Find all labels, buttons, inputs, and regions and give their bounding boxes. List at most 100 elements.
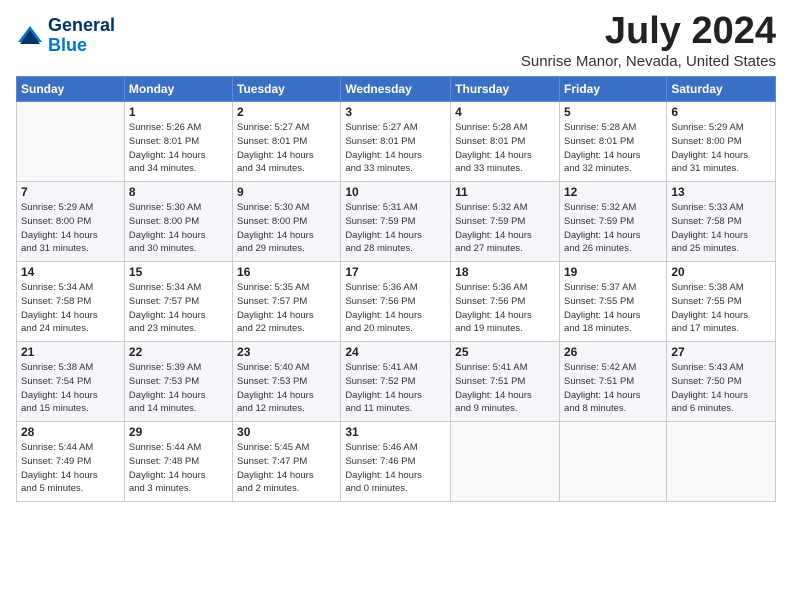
day-info: Sunrise: 5:32 AMSunset: 7:59 PMDaylight:… bbox=[564, 201, 662, 256]
calendar-cell: 23 Sunrise: 5:40 AMSunset: 7:53 PMDayligh… bbox=[233, 342, 341, 422]
calendar-cell: 17 Sunrise: 5:36 AMSunset: 7:56 PMDayligh… bbox=[341, 262, 451, 342]
day-number: 1 bbox=[129, 105, 228, 119]
day-info: Sunrise: 5:43 AMSunset: 7:50 PMDaylight:… bbox=[671, 361, 771, 416]
day-number: 23 bbox=[237, 345, 336, 359]
day-number: 11 bbox=[455, 185, 555, 199]
calendar-week-row: 28Sunrise: 5:44 AMSunset: 7:49 PMDayligh… bbox=[17, 422, 776, 502]
day-number: 25 bbox=[455, 345, 555, 359]
day-number: 19 bbox=[564, 265, 662, 279]
day-number: 12 bbox=[564, 185, 662, 199]
day-info: Sunrise: 5:41 AMSunset: 7:52 PMDaylight:… bbox=[345, 361, 446, 416]
calendar-cell bbox=[451, 422, 560, 502]
calendar-cell: 28Sunrise: 5:44 AMSunset: 7:49 PMDayligh… bbox=[17, 422, 125, 502]
calendar-cell: 5 Sunrise: 5:28 AMSunset: 8:01 PMDaylight… bbox=[559, 102, 666, 182]
calendar-body: 1 Sunrise: 5:26 AMSunset: 8:01 PMDaylight… bbox=[17, 102, 776, 502]
day-number: 31 bbox=[345, 425, 446, 439]
day-info: Sunrise: 5:28 AMSunset: 8:01 PMDaylight:… bbox=[455, 121, 555, 176]
day-number: 22 bbox=[129, 345, 228, 359]
day-number: 7 bbox=[21, 185, 120, 199]
calendar-header: SundayMondayTuesdayWednesdayThursdayFrid… bbox=[17, 77, 776, 102]
day-number: 13 bbox=[671, 185, 771, 199]
calendar-cell: 24 Sunrise: 5:41 AMSunset: 7:52 PMDayligh… bbox=[341, 342, 451, 422]
calendar-cell: 1 Sunrise: 5:26 AMSunset: 8:01 PMDaylight… bbox=[124, 102, 232, 182]
calendar-cell: 2 Sunrise: 5:27 AMSunset: 8:01 PMDaylight… bbox=[233, 102, 341, 182]
day-info: Sunrise: 5:34 AMSunset: 7:57 PMDaylight:… bbox=[129, 281, 228, 336]
logo-icon bbox=[16, 24, 44, 48]
day-number: 21 bbox=[21, 345, 120, 359]
calendar-table: SundayMondayTuesdayWednesdayThursdayFrid… bbox=[16, 76, 776, 502]
day-number: 29 bbox=[129, 425, 228, 439]
header: General Blue July 2024 Sunrise Manor, Ne… bbox=[16, 10, 776, 70]
day-info: Sunrise: 5:36 AMSunset: 7:56 PMDaylight:… bbox=[345, 281, 446, 336]
day-info: Sunrise: 5:41 AMSunset: 7:51 PMDaylight:… bbox=[455, 361, 555, 416]
calendar-cell: 19 Sunrise: 5:37 AMSunset: 7:55 PMDayligh… bbox=[559, 262, 666, 342]
day-info: Sunrise: 5:27 AMSunset: 8:01 PMDaylight:… bbox=[237, 121, 336, 176]
day-info: Sunrise: 5:40 AMSunset: 7:53 PMDaylight:… bbox=[237, 361, 336, 416]
calendar-cell: 18Sunrise: 5:36 AMSunset: 7:56 PMDayligh… bbox=[451, 262, 560, 342]
calendar-week-row: 14Sunrise: 5:34 AMSunset: 7:58 PMDayligh… bbox=[17, 262, 776, 342]
calendar-cell: 25 Sunrise: 5:41 AMSunset: 7:51 PMDayligh… bbox=[451, 342, 560, 422]
calendar-cell: 3 Sunrise: 5:27 AMSunset: 8:01 PMDaylight… bbox=[341, 102, 451, 182]
calendar-cell: 6 Sunrise: 5:29 AMSunset: 8:00 PMDaylight… bbox=[667, 102, 776, 182]
day-info: Sunrise: 5:35 AMSunset: 7:57 PMDaylight:… bbox=[237, 281, 336, 336]
day-number: 5 bbox=[564, 105, 662, 119]
day-number: 3 bbox=[345, 105, 446, 119]
month-title: July 2024 bbox=[521, 10, 776, 53]
calendar-cell: 29Sunrise: 5:44 AMSunset: 7:48 PMDayligh… bbox=[124, 422, 232, 502]
weekday-header: Saturday bbox=[667, 77, 776, 102]
day-number: 28 bbox=[21, 425, 120, 439]
calendar-cell: 13 Sunrise: 5:33 AMSunset: 7:58 PMDayligh… bbox=[667, 182, 776, 262]
calendar-week-row: 7Sunrise: 5:29 AMSunset: 8:00 PMDaylight… bbox=[17, 182, 776, 262]
day-number: 9 bbox=[237, 185, 336, 199]
day-number: 15 bbox=[129, 265, 228, 279]
calendar-cell bbox=[17, 102, 125, 182]
day-number: 20 bbox=[671, 265, 771, 279]
day-info: Sunrise: 5:46 AMSunset: 7:46 PMDaylight:… bbox=[345, 441, 446, 496]
day-number: 8 bbox=[129, 185, 228, 199]
day-info: Sunrise: 5:36 AMSunset: 7:56 PMDaylight:… bbox=[455, 281, 555, 336]
title-area: July 2024 Sunrise Manor, Nevada, United … bbox=[521, 10, 776, 70]
calendar-cell: 8 Sunrise: 5:30 AMSunset: 8:00 PMDaylight… bbox=[124, 182, 232, 262]
day-info: Sunrise: 5:32 AMSunset: 7:59 PMDaylight:… bbox=[455, 201, 555, 256]
calendar-cell: 10Sunrise: 5:31 AMSunset: 7:59 PMDayligh… bbox=[341, 182, 451, 262]
day-info: Sunrise: 5:33 AMSunset: 7:58 PMDaylight:… bbox=[671, 201, 771, 256]
day-info: Sunrise: 5:45 AMSunset: 7:47 PMDaylight:… bbox=[237, 441, 336, 496]
logo-line2: Blue bbox=[48, 36, 115, 56]
day-info: Sunrise: 5:26 AMSunset: 8:01 PMDaylight:… bbox=[129, 121, 228, 176]
day-number: 17 bbox=[345, 265, 446, 279]
calendar-cell: 20 Sunrise: 5:38 AMSunset: 7:55 PMDayligh… bbox=[667, 262, 776, 342]
day-number: 4 bbox=[455, 105, 555, 119]
day-number: 16 bbox=[237, 265, 336, 279]
day-info: Sunrise: 5:30 AMSunset: 8:00 PMDaylight:… bbox=[129, 201, 228, 256]
calendar-cell: 15 Sunrise: 5:34 AMSunset: 7:57 PMDayligh… bbox=[124, 262, 232, 342]
day-number: 6 bbox=[671, 105, 771, 119]
weekday-header: Friday bbox=[559, 77, 666, 102]
day-info: Sunrise: 5:29 AMSunset: 8:00 PMDaylight:… bbox=[671, 121, 771, 176]
calendar-cell: 30 Sunrise: 5:45 AMSunset: 7:47 PMDayligh… bbox=[233, 422, 341, 502]
day-number: 27 bbox=[671, 345, 771, 359]
day-info: Sunrise: 5:31 AMSunset: 7:59 PMDaylight:… bbox=[345, 201, 446, 256]
day-info: Sunrise: 5:27 AMSunset: 8:01 PMDaylight:… bbox=[345, 121, 446, 176]
calendar-cell: 14Sunrise: 5:34 AMSunset: 7:58 PMDayligh… bbox=[17, 262, 125, 342]
day-number: 24 bbox=[345, 345, 446, 359]
calendar-week-row: 21 Sunrise: 5:38 AMSunset: 7:54 PMDayligh… bbox=[17, 342, 776, 422]
day-info: Sunrise: 5:42 AMSunset: 7:51 PMDaylight:… bbox=[564, 361, 662, 416]
calendar-cell: 4 Sunrise: 5:28 AMSunset: 8:01 PMDaylight… bbox=[451, 102, 560, 182]
logo: General Blue bbox=[16, 16, 115, 56]
day-info: Sunrise: 5:37 AMSunset: 7:55 PMDaylight:… bbox=[564, 281, 662, 336]
day-info: Sunrise: 5:38 AMSunset: 7:55 PMDaylight:… bbox=[671, 281, 771, 336]
day-info: Sunrise: 5:34 AMSunset: 7:58 PMDaylight:… bbox=[21, 281, 120, 336]
day-info: Sunrise: 5:28 AMSunset: 8:01 PMDaylight:… bbox=[564, 121, 662, 176]
day-number: 30 bbox=[237, 425, 336, 439]
day-info: Sunrise: 5:38 AMSunset: 7:54 PMDaylight:… bbox=[21, 361, 120, 416]
calendar-cell: 31 Sunrise: 5:46 AMSunset: 7:46 PMDayligh… bbox=[341, 422, 451, 502]
calendar-cell: 16 Sunrise: 5:35 AMSunset: 7:57 PMDayligh… bbox=[233, 262, 341, 342]
calendar-cell: 26Sunrise: 5:42 AMSunset: 7:51 PMDayligh… bbox=[559, 342, 666, 422]
calendar-cell bbox=[559, 422, 666, 502]
calendar-cell: 21 Sunrise: 5:38 AMSunset: 7:54 PMDayligh… bbox=[17, 342, 125, 422]
calendar-week-row: 1 Sunrise: 5:26 AMSunset: 8:01 PMDaylight… bbox=[17, 102, 776, 182]
calendar-cell: 12 Sunrise: 5:32 AMSunset: 7:59 PMDayligh… bbox=[559, 182, 666, 262]
day-number: 2 bbox=[237, 105, 336, 119]
calendar-cell: 9Sunrise: 5:30 AMSunset: 8:00 PMDaylight… bbox=[233, 182, 341, 262]
calendar-cell: 27 Sunrise: 5:43 AMSunset: 7:50 PMDayligh… bbox=[667, 342, 776, 422]
